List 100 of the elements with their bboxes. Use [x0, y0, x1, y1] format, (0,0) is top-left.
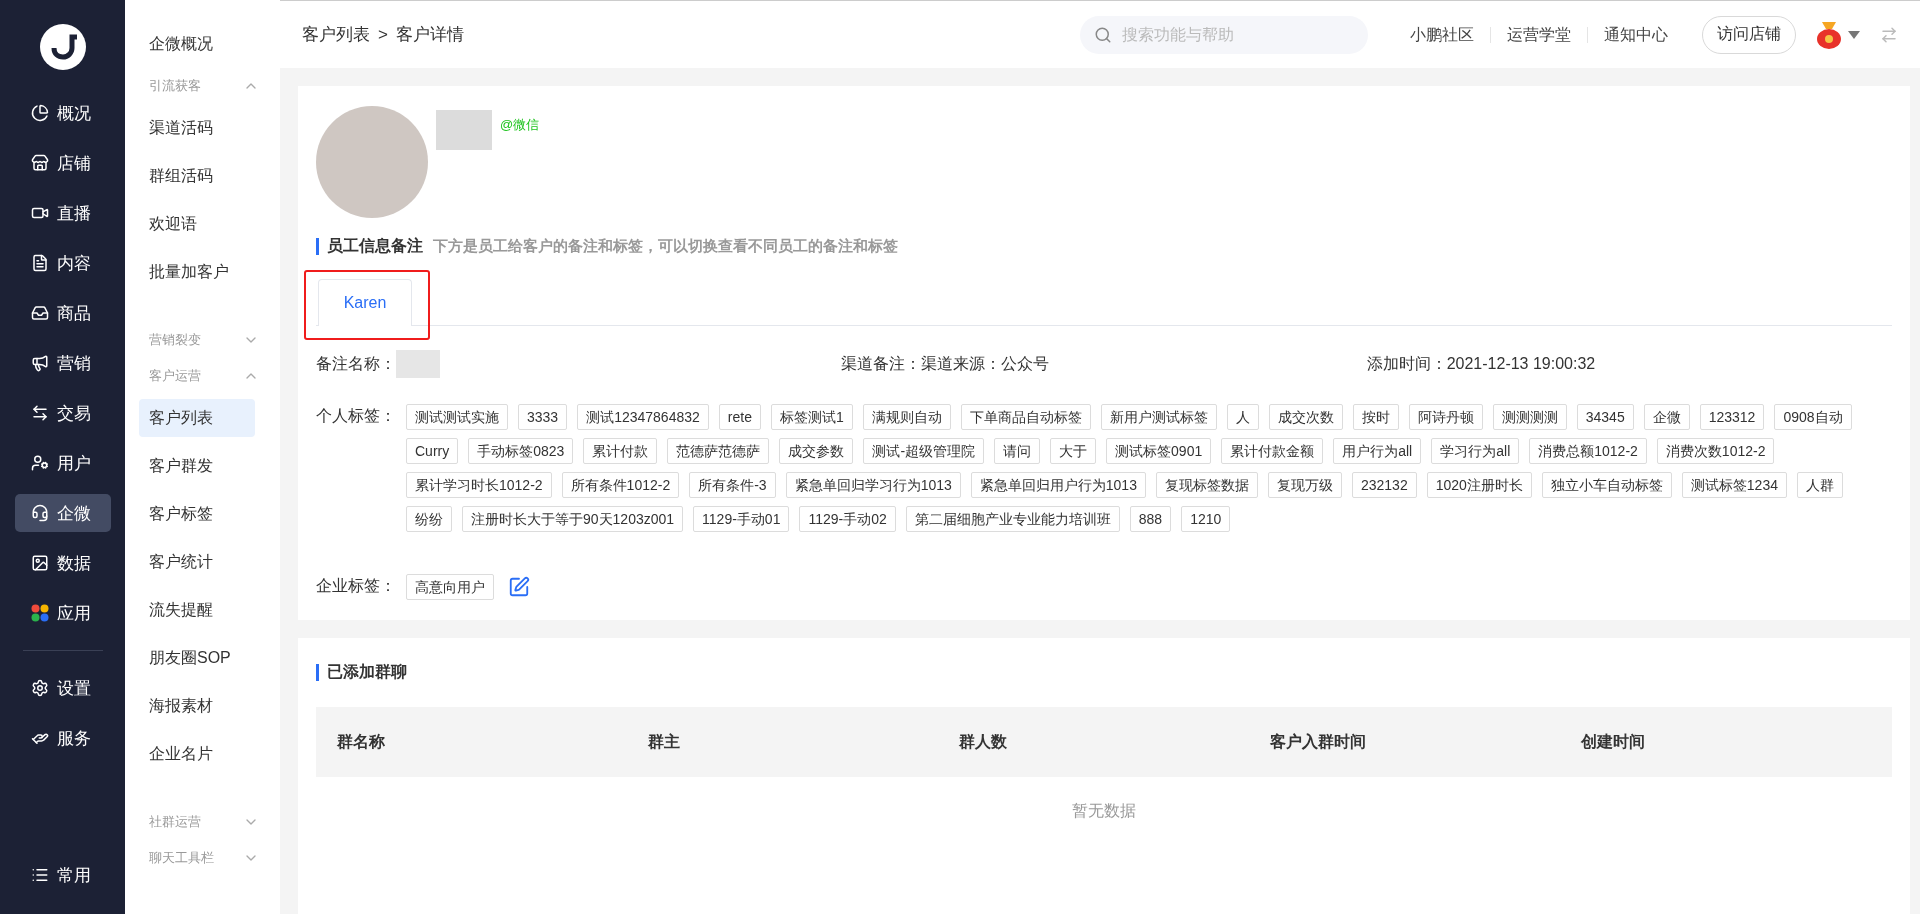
header-link[interactable]: 小鹏社区	[1394, 26, 1490, 43]
empty-message: 暂无数据	[1071, 801, 1137, 821]
tag: 学习行为all	[1431, 438, 1520, 464]
submenu-item[interactable]: 企业名片	[139, 735, 255, 773]
tags-label: 企业标签：	[316, 576, 397, 596]
search-icon	[1094, 25, 1112, 44]
tag: 232132	[1351, 472, 1417, 498]
tag: 成交参数	[779, 438, 854, 464]
header-link[interactable]: 通知中心	[1587, 26, 1684, 43]
tag: 满规则自动	[862, 404, 951, 430]
nav-item[interactable]: 店铺	[14, 144, 111, 182]
edit-icon[interactable]	[508, 576, 530, 598]
tag: 人	[1226, 404, 1259, 430]
nav-icon	[30, 504, 49, 522]
caret-icon[interactable]	[1848, 30, 1860, 39]
nav-item[interactable]: 应用	[14, 594, 111, 632]
list-icon	[30, 866, 49, 884]
tag: 888	[1129, 506, 1172, 532]
tag: 34345	[1576, 404, 1634, 430]
nav-item[interactable]: 常用	[14, 856, 111, 894]
tag: 累计学习时长1012-2	[406, 472, 552, 498]
submenu-item[interactable]: 批量加客户	[139, 253, 255, 291]
blurred-name-placeholder	[436, 110, 492, 150]
tag: 复现标签数据	[1155, 472, 1258, 498]
tag: 复现万级	[1267, 472, 1342, 498]
nav-item[interactable]: 概况	[14, 94, 111, 132]
submenu-item[interactable]: 客户统计	[139, 543, 255, 581]
tag: 所有条件1012-2	[561, 472, 680, 498]
tag: 手动标签0823	[468, 438, 574, 464]
tag: 按时	[1352, 404, 1399, 430]
section-title: 员工信息备注	[327, 236, 423, 256]
breadcrumb-link[interactable]: 客户列表	[302, 23, 370, 46]
tag: 请问	[994, 438, 1041, 464]
nav-icon	[30, 554, 49, 572]
gift-bag-icon[interactable]	[1816, 19, 1842, 50]
submenu-item[interactable]: 朋友圈SOP	[139, 639, 255, 677]
breadcrumb-link[interactable]: 客户详情	[395, 23, 464, 46]
submenu-item[interactable]: 流失提醒	[139, 591, 255, 629]
column-header: 群主	[648, 731, 681, 752]
submenu-item[interactable]: 客户群发	[139, 447, 255, 485]
switch-icon[interactable]	[1880, 25, 1898, 44]
nav-icon	[30, 254, 49, 272]
logo-icon	[39, 24, 86, 70]
tag: 所有条件-3	[689, 472, 776, 498]
nav-item[interactable]: 营销	[14, 344, 111, 382]
field-label: 添加时间：	[1366, 353, 1447, 374]
tag: 第二届细胞产业专业能力培训班	[905, 506, 1120, 532]
tag: 大于	[1050, 438, 1097, 464]
tag: 累计付款金额	[1221, 438, 1324, 464]
source-label: @微信	[500, 116, 540, 134]
submenu-item[interactable]: 企微概况	[139, 25, 255, 63]
tag: 3333	[518, 404, 568, 430]
tag: 累计付款	[583, 438, 658, 464]
field-label: 备注名称：	[316, 353, 396, 374]
staff-tab[interactable]: Karen	[318, 279, 412, 326]
submenu-item[interactable]: 海报素材	[139, 687, 255, 725]
field-value: 渠道来源：公众号	[921, 353, 1050, 374]
tag: 用户行为all	[1333, 438, 1422, 464]
tag: 新用户测试标签	[1100, 404, 1217, 430]
tag: 测试12347864832	[577, 404, 709, 430]
search-field[interactable]: 搜索功能与帮助	[1080, 15, 1368, 54]
tag: 1210	[1181, 506, 1231, 532]
tag: 下单商品自动标签	[960, 404, 1091, 430]
nav-item[interactable]: 设置	[14, 669, 111, 707]
tag: 注册时长大于等于90天1203z001	[462, 506, 684, 532]
submenu-item[interactable]: 渠道活码	[139, 109, 255, 147]
nav-item[interactable]: 直播	[14, 194, 111, 232]
column-header: 群名称	[337, 731, 386, 752]
tag: 纷纷	[406, 506, 452, 532]
tag: 成交次数	[1268, 404, 1343, 430]
tag: 1129-手动01	[693, 506, 790, 532]
submenu-item[interactable]: 欢迎语	[139, 205, 255, 243]
tag: 1020注册时长	[1426, 472, 1532, 498]
nav-item[interactable]: 内容	[14, 244, 111, 282]
column-header: 创建时间	[1581, 731, 1646, 752]
nav-icon	[30, 304, 49, 322]
nav-item[interactable]: 交易	[14, 394, 111, 432]
tag: 人群	[1797, 472, 1843, 498]
visit-store-button[interactable]: 访问店铺	[1702, 15, 1796, 54]
tag: 紧急单回归学习行为1013	[785, 472, 961, 498]
field-value: 2021-12-13 19:00:32	[1446, 355, 1596, 373]
column-header: 客户入群时间	[1270, 731, 1367, 752]
tag: 消费次数1012-2	[1656, 438, 1775, 464]
tag: 阿诗丹顿	[1408, 404, 1483, 430]
section-title: 已添加群聊	[327, 662, 407, 682]
nav-item[interactable]: 服务	[14, 719, 111, 757]
tags-label: 个人标签：	[316, 406, 397, 426]
tag: 紧急单回归用户行为1013	[970, 472, 1146, 498]
settings-icon	[30, 679, 49, 697]
submenu-item[interactable]: 群组活码	[139, 157, 255, 195]
nav-item[interactable]: 企微	[14, 494, 111, 532]
tag: 0908自动	[1774, 404, 1852, 430]
nav-item[interactable]: 数据	[14, 544, 111, 582]
nav-item[interactable]: 商品	[14, 294, 111, 332]
tag: 1129-手动02	[799, 506, 896, 532]
submenu-item[interactable]: 客户列表	[139, 399, 255, 437]
nav-item[interactable]: 用户	[14, 444, 111, 482]
submenu-item[interactable]: 客户标签	[139, 495, 255, 533]
field-label: 渠道备注：	[841, 353, 922, 374]
header-link[interactable]: 运营学堂	[1490, 26, 1587, 43]
